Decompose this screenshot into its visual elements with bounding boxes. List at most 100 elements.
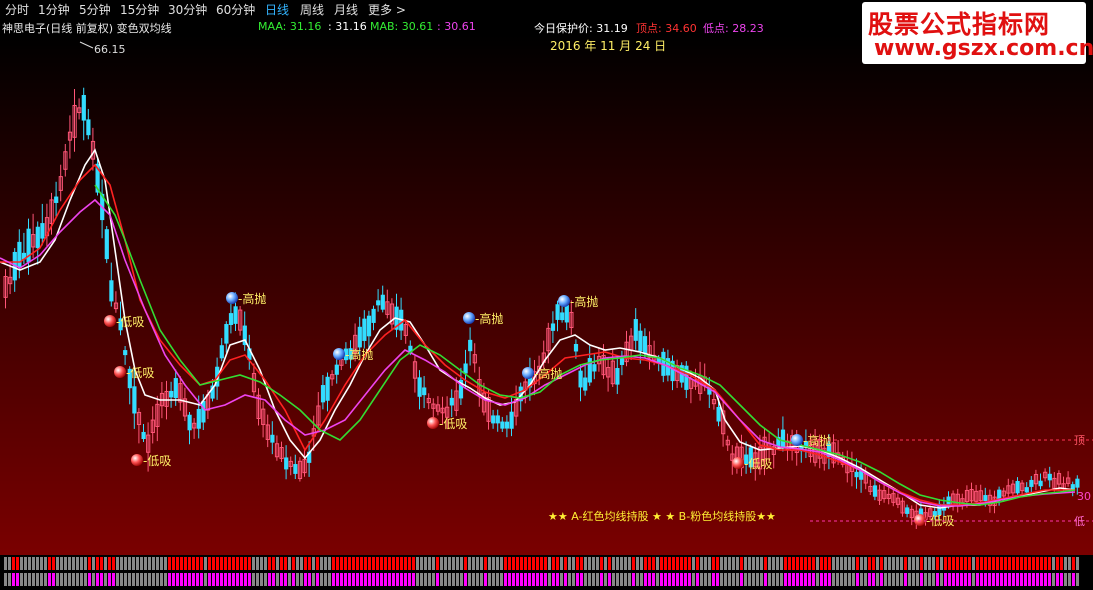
ma-a-status-bar — [416, 557, 419, 570]
candle-body — [573, 344, 579, 352]
ma-a-status-bar — [436, 557, 439, 570]
sell-signal-icon — [333, 348, 345, 360]
maa-label: MAA: 31.16 — [258, 20, 322, 33]
ma-b-status-bar — [1032, 573, 1035, 586]
candle-body — [500, 421, 505, 429]
ma-a-status-bar — [36, 557, 39, 570]
ma-b-status-bar — [368, 573, 371, 586]
ma-a-status-bar — [640, 557, 643, 570]
ma-a-status-bar — [628, 557, 631, 570]
ma-b-status-bar — [352, 573, 355, 586]
ma-b-status-bar — [472, 573, 475, 586]
ma-b-status-bar — [668, 573, 671, 586]
kline-chart[interactable]: -高抛-高抛-高抛-高抛-高抛-高抛-低吸-低吸-低吸-低吸-低吸-低吸 顶 3… — [0, 0, 1093, 590]
candle-body — [233, 306, 238, 324]
candle-body — [449, 397, 454, 406]
ma-b-status-bar — [924, 573, 927, 586]
candle-body — [123, 350, 128, 356]
candle-body — [293, 464, 298, 474]
ma-a-status-bar — [768, 557, 771, 570]
ma-b-status-bar — [280, 573, 283, 586]
ma-a-status-bar — [816, 557, 819, 570]
ma-a-status-bar — [236, 557, 239, 570]
ma-a-status-bar — [400, 557, 403, 570]
ma-b-status-bar — [412, 573, 415, 586]
ma-b-status-bar — [216, 573, 219, 586]
ma-a-status-bar — [932, 557, 935, 570]
ma-b-status-bar — [524, 573, 527, 586]
ma-b-status-bar — [948, 573, 951, 586]
ma-b-status-bar — [340, 573, 343, 586]
candle-body — [86, 119, 91, 136]
ma-b-status-bar — [584, 573, 587, 586]
ma-b-status-bar — [808, 573, 811, 586]
ma-a-status-bar — [192, 557, 195, 570]
ma-a-status-bar — [976, 557, 979, 570]
candle-body — [219, 345, 224, 359]
ma-b-status-bar — [96, 573, 99, 586]
ma-a-status-bar — [380, 557, 383, 570]
buy-signal-icon — [914, 514, 926, 526]
ma-b-status-bar — [32, 573, 35, 586]
candle-body — [1029, 479, 1034, 487]
ma-a-status-bar — [24, 557, 27, 570]
ma-b-status-bar — [36, 573, 39, 586]
ma-a-status-bar — [308, 557, 311, 570]
ma-a-status-bar — [60, 557, 63, 570]
ma-b-status-bar — [104, 573, 107, 586]
ma-b-status-bar — [848, 573, 851, 586]
candle-body — [504, 421, 510, 429]
sell-signal-icon — [791, 434, 803, 446]
candle-body — [201, 400, 206, 423]
ma-a-status-bar — [868, 557, 871, 570]
ma-a-status-bar — [356, 557, 359, 570]
ma-a-status-bar — [1048, 557, 1051, 570]
ma-b-status-bar — [504, 573, 507, 586]
ma-b-status-bar — [548, 573, 551, 586]
ma-b-status-bar — [184, 573, 187, 586]
ma-a-status-bar — [984, 557, 987, 570]
ma-b-status-bar — [760, 573, 763, 586]
ma-a-status-bar — [540, 557, 543, 570]
ma-b-status-bar — [816, 573, 819, 586]
ma-b-status-bar — [1040, 573, 1043, 586]
ma-b-status-bar — [244, 573, 247, 586]
ma-b-status-bar — [452, 573, 455, 586]
ma-b-status-bar — [528, 573, 531, 586]
ma-a-status-bar — [460, 557, 463, 570]
ma-b-status-bar — [784, 573, 787, 586]
ma-a-status-bar — [964, 557, 967, 570]
ma-a-status-bar — [760, 557, 763, 570]
candle-body — [366, 315, 372, 337]
ma-a-status-bar — [408, 557, 411, 570]
ma-b-status-bar — [984, 573, 987, 586]
candle-body — [224, 324, 229, 344]
buy-signal-label: -低吸 — [126, 366, 154, 380]
ma-b-status-bar — [292, 573, 295, 586]
ma-b-status-bar — [300, 573, 303, 586]
ma-b-status-bar — [1072, 573, 1075, 586]
ma-a-status-bar — [736, 557, 739, 570]
ma-b-status-bar — [384, 573, 387, 586]
date-label: 2016 年 11 月 24 日 — [550, 39, 666, 53]
ma-b-status-bar — [824, 573, 827, 586]
ma-a-status-bar — [376, 557, 379, 570]
ma-b-status-bar — [796, 573, 799, 586]
ma-a-status-bar — [456, 557, 459, 570]
ma-b-status-bar — [324, 573, 327, 586]
ma-b-status-bar — [448, 573, 451, 586]
ma-a-status-bar — [396, 557, 399, 570]
candle-body — [109, 280, 114, 302]
ma-a-status-bar — [600, 557, 603, 570]
ma-b-status-bar — [968, 573, 971, 586]
ma-a-status-bar — [16, 557, 19, 570]
candle-body — [997, 489, 1002, 500]
ma-a-status-bar — [96, 557, 99, 570]
ma-a-status-bar — [596, 557, 599, 570]
ma-b-status-bar — [636, 573, 639, 586]
ma-b-status-bar — [736, 573, 739, 586]
ma-a-status-bar — [152, 557, 155, 570]
ma-b-status-bar — [220, 573, 223, 586]
ma-b-status-bar — [400, 573, 403, 586]
ma-b-status-bar — [260, 573, 263, 586]
